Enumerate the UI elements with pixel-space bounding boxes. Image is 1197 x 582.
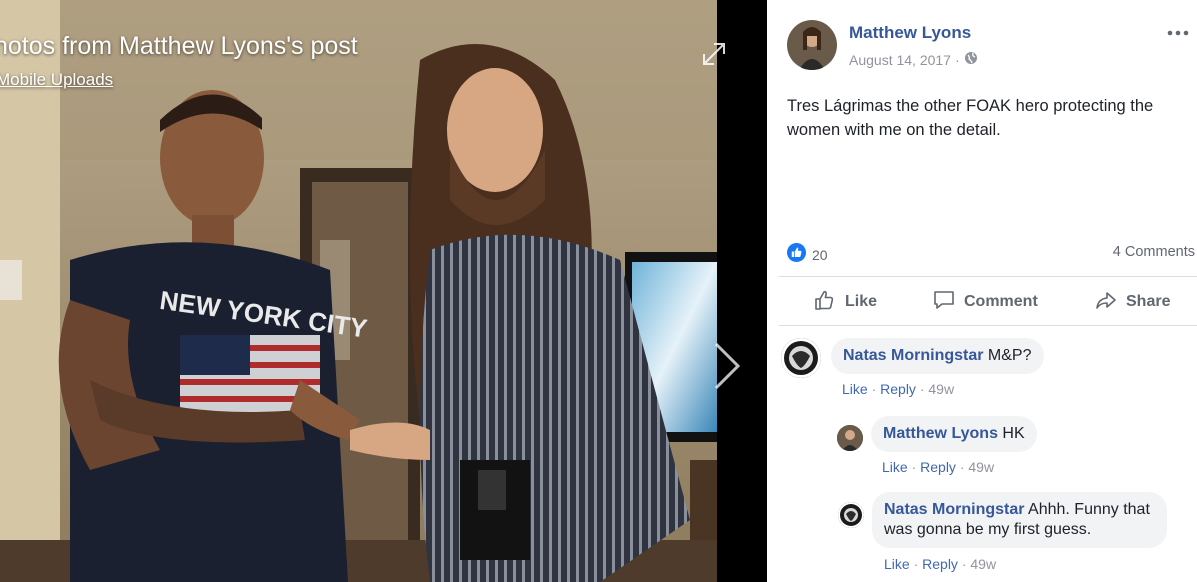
post-details-panel: Matthew Lyons August 14, 2017 · Tres Lág… — [767, 0, 1197, 582]
comment-time[interactable]: 49w — [928, 381, 954, 397]
next-photo-arrow-icon[interactable] — [710, 340, 744, 392]
comment-reply-link[interactable]: Reply — [920, 459, 956, 475]
photo-viewer: NEW YORK CITY hotos from Matthew Lyons's… — [0, 0, 767, 582]
post-author-name[interactable]: Matthew Lyons — [849, 23, 971, 43]
photo-title: hotos from Matthew Lyons's post — [0, 32, 358, 60]
comment-button-label: Comment — [964, 293, 1038, 310]
separator: · — [961, 556, 967, 572]
post-meta: August 14, 2017 · — [849, 51, 978, 68]
comment-reply-link[interactable]: Reply — [880, 381, 916, 397]
comment-like-link[interactable]: Like — [884, 556, 910, 572]
comment-text: HK — [1002, 425, 1025, 442]
share-button-label: Share — [1126, 293, 1171, 310]
comment-author[interactable]: Natas Morningstar — [843, 347, 983, 364]
post-text: Tres Lágrimas the other FOAK hero protec… — [787, 97, 1154, 139]
comment-reply-link[interactable]: Reply — [922, 556, 958, 572]
date-separator: · — [954, 51, 960, 68]
comment-count[interactable]: 4 Comments — [1113, 244, 1195, 260]
comments-section: Natas Morningstar M&P? Like · Reply · 49… — [767, 326, 1197, 582]
separator: · — [913, 556, 919, 572]
comment-time[interactable]: 49w — [970, 556, 996, 572]
like-button[interactable]: Like — [813, 286, 877, 318]
separator: · — [919, 381, 925, 397]
comment-actions: Like · Reply · 49w — [842, 381, 954, 397]
like-reaction-icon — [787, 243, 806, 267]
reaction-count: 20 — [812, 247, 828, 263]
comment-like-link[interactable]: Like — [882, 459, 908, 475]
separator: · — [871, 381, 877, 397]
comment-time[interactable]: 49w — [968, 459, 994, 475]
reaction-summary[interactable]: 20 — [787, 243, 828, 267]
comment-like-link[interactable]: Like — [842, 381, 868, 397]
album-link[interactable]: Mobile Uploads — [0, 70, 113, 90]
thumbs-up-icon — [813, 288, 837, 317]
comment-actions: Like · Reply · 49w — [884, 556, 996, 572]
comment-bubble: Natas Morningstar M&P? — [831, 338, 1044, 374]
share-icon — [1094, 288, 1118, 317]
author-avatar[interactable] — [787, 20, 837, 70]
comment-author[interactable]: Natas Morningstar — [884, 501, 1024, 518]
comment-bubble: Natas Morningstar Ahhh. Funny that was g… — [872, 492, 1167, 548]
facebook-photo-theater: NEW YORK CITY hotos from Matthew Lyons's… — [0, 0, 1197, 582]
share-button[interactable]: Share — [1094, 286, 1170, 318]
divider — [779, 276, 1197, 277]
comment-author[interactable]: Matthew Lyons — [883, 425, 998, 442]
like-button-label: Like — [845, 293, 878, 310]
comment-text: M&P? — [987, 347, 1032, 364]
commenter-avatar[interactable] — [781, 338, 821, 378]
commenter-avatar[interactable] — [837, 425, 863, 451]
separator: · — [959, 459, 965, 475]
comment-button[interactable]: Comment — [932, 286, 1038, 318]
expand-icon[interactable] — [700, 40, 728, 68]
commenter-avatar[interactable] — [838, 502, 864, 528]
comment-bubble: Matthew Lyons HK — [871, 416, 1037, 452]
post-date[interactable]: August 14, 2017 — [849, 52, 951, 68]
comment-icon — [932, 288, 956, 317]
separator: · — [911, 459, 917, 475]
more-options-icon[interactable] — [1165, 20, 1191, 46]
comment-actions: Like · Reply · 49w — [882, 459, 994, 475]
globe-icon[interactable] — [964, 51, 978, 68]
